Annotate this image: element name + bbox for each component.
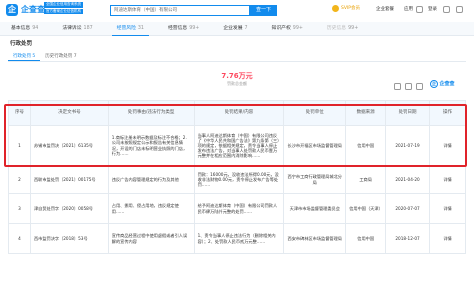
detail-link[interactable]: 详情: [429, 193, 466, 224]
penalty-result: 罚款：16000元，没收违法所得0.00元，没收非法财物0.00元，责令停止发布…: [193, 165, 285, 194]
tab-basic-info[interactable]: 基本信息 94: [6, 22, 43, 36]
penalty-unit: 长沙市开福区市场监督管理局: [283, 125, 347, 166]
penalty-reason: 1.商标注册未明示数据及标注不合格；2.公司未按照规定公示和报告有关信息情况，开…: [107, 125, 195, 166]
logo-badges: 全国企业信用查询系统 官方备案企业征信机构: [44, 2, 83, 15]
qcc-logo[interactable]: 企 企查查: [6, 4, 45, 16]
row-index: 3: [8, 193, 31, 224]
col-header-result: 处罚结果/内容: [193, 100, 285, 126]
penalty-reason: 宣传商品经营过程中使用虚假或者引人误解的宣传内容: [107, 223, 195, 254]
data-source: 信用中国: [345, 125, 387, 166]
detail-link[interactable]: 详情: [429, 165, 466, 194]
col-header-index: 序号: [8, 100, 31, 126]
doc-number-link[interactable]: 西市监罚决字〔2018〕53号: [29, 223, 109, 254]
chevron-down-icon[interactable]: [416, 6, 423, 13]
nav-login[interactable]: 登录: [428, 7, 437, 12]
qcc-logo-icon: 企: [6, 4, 18, 16]
top-header: 企 企查查 全国企业信用查询系统 官方备案企业征信机构 阿迪达斯体育（中国）有限…: [0, 0, 474, 22]
tab-ip[interactable]: 知识产权 99+: [267, 22, 308, 36]
penalty-unit: 西宁市工商行政管理局城北分局: [283, 165, 347, 194]
detail-link[interactable]: 详情: [429, 125, 466, 166]
tab-history-penalty[interactable]: 历史行政处罚 7: [40, 52, 81, 61]
col-header-unit: 处罚单位: [283, 100, 347, 126]
penalty-result: 1、责令当事人停止违法行为（删除相关内容）；2、处罚款人民币贰万元整……: [193, 223, 285, 254]
col-header-reason: 处罚事由/违法行为类型: [107, 100, 195, 126]
tab-admin-penalty[interactable]: 行政处罚 5: [8, 52, 41, 61]
row-index: 4: [8, 223, 31, 254]
logo-badge: 官方备案企业征信机构: [44, 8, 83, 14]
col-header-doc: 决定文书号: [29, 100, 109, 126]
section-title: 行政处罚: [10, 41, 33, 47]
share-icon[interactable]: [416, 83, 423, 90]
col-header-action: 操作: [429, 100, 466, 126]
table-row: 4 西市监罚决字〔2018〕53号 宣传商品经营过程中使用虚假或者引人误解的宣传…: [8, 223, 466, 254]
penalty-date: 2018-12-07: [385, 223, 431, 254]
bell-icon[interactable]: [443, 6, 450, 13]
total-fine-label: 罚款总金额: [227, 81, 247, 87]
doc-number-link[interactable]: 西联市监处罚〔2021〕00175号: [29, 165, 109, 194]
table-header-row: 序号 决定文书号 处罚事由/违法行为类型 处罚结果/内容 处罚单位 数据来源 处…: [8, 100, 466, 126]
penalty-result: 给予阿迪达斯体育（中国）有限公司罚款人民币肆万陆仟元整的处罚……: [193, 193, 285, 224]
penalty-date: 2021-04-20: [385, 165, 431, 194]
menu-icon[interactable]: [456, 6, 463, 13]
tab-legal[interactable]: 法律诉讼 187: [57, 22, 97, 36]
tab-operating-info[interactable]: 经营信息 99+: [163, 22, 204, 36]
sub-tabs: 行政处罚 5 历史行政处罚 7: [8, 52, 466, 62]
penalty-unit: 西安市碑林区市场监督管理局: [283, 223, 347, 254]
search-input[interactable]: 阿迪达斯体育（中国）有限公司: [110, 5, 250, 16]
col-header-source: 数据来源: [345, 100, 387, 126]
penalty-reason: 占用、挪用、侵占用地，违反规定使用……: [107, 193, 195, 224]
search-button[interactable]: 查一下: [250, 5, 277, 16]
total-fine-value: 7.76万元: [221, 72, 253, 80]
row-index: 1: [8, 125, 31, 166]
penalty-result: 当事人阿迪达斯体育（中国）有限公司违反了《中华人民共和国广告法》第九条第（三）项…: [193, 125, 285, 166]
crown-icon: [332, 5, 339, 12]
table-row: 2 西联市监处罚〔2021〕00175号 违反广告内容管理规定的行为及其他 罚款…: [8, 165, 466, 194]
svip-label: SVIP会员: [341, 5, 360, 11]
penalty-unit: 天津市市场监督管理委员会: [283, 193, 347, 224]
data-source: 信用中国: [345, 223, 387, 254]
tab-operating-risk[interactable]: 经营风险 31: [111, 22, 149, 36]
filter-icon[interactable]: [394, 83, 401, 90]
table-row: 3 津自贸处罚字〔2020〕0058号 占用、挪用、侵占用地，违反规定使用…… …: [8, 193, 466, 224]
detail-link[interactable]: 详情: [429, 223, 466, 254]
penalty-stats: 7.76万元 罚款总金额: [0, 72, 474, 87]
svip-link[interactable]: SVIP会员: [332, 5, 360, 12]
penalty-reason: 违反广告内容管理规定的行为及其他: [107, 165, 195, 194]
nav-enterprise-package[interactable]: 企业套餐: [376, 7, 394, 12]
col-header-date: 处罚日期: [385, 100, 431, 126]
doc-number-link[interactable]: 津自贸处罚字〔2020〕0058号: [29, 193, 109, 224]
qcc-stamp-icon: 企: [430, 80, 438, 88]
doc-number-link[interactable]: 苏锡市监罚决〔2021〕6135号: [29, 125, 109, 166]
dimension-tabs: 基本信息 94 法律诉讼 187 经营风险 31 经营信息 99+ 企业发展 7 知识产权…: [0, 22, 474, 36]
logo-text: 企查查: [21, 5, 45, 15]
data-source: 工商局: [345, 165, 387, 194]
table-row: 1 苏锡市监罚决〔2021〕6135号 1.商标注册未明示数据及标注不合格；2.…: [8, 125, 466, 166]
qcc-watermark: 企 企查查: [430, 80, 455, 88]
tab-history[interactable]: 历史信息 99+: [322, 22, 363, 36]
row-index: 2: [8, 165, 31, 194]
tab-development[interactable]: 企业发展 7: [218, 22, 252, 36]
logo-badge: 全国企业信用查询系统: [44, 2, 83, 8]
download-icon[interactable]: [405, 83, 412, 90]
nav-apps[interactable]: 应用: [404, 7, 413, 12]
penalty-date: 2021-07-19: [385, 125, 431, 166]
penalty-date: 2020-07-07: [385, 193, 431, 224]
penalty-table: 序号 决定文书号 处罚事由/违法行为类型 处罚结果/内容 处罚单位 数据来源 处…: [8, 100, 466, 254]
data-source: 信用中国（天津）: [345, 193, 387, 224]
